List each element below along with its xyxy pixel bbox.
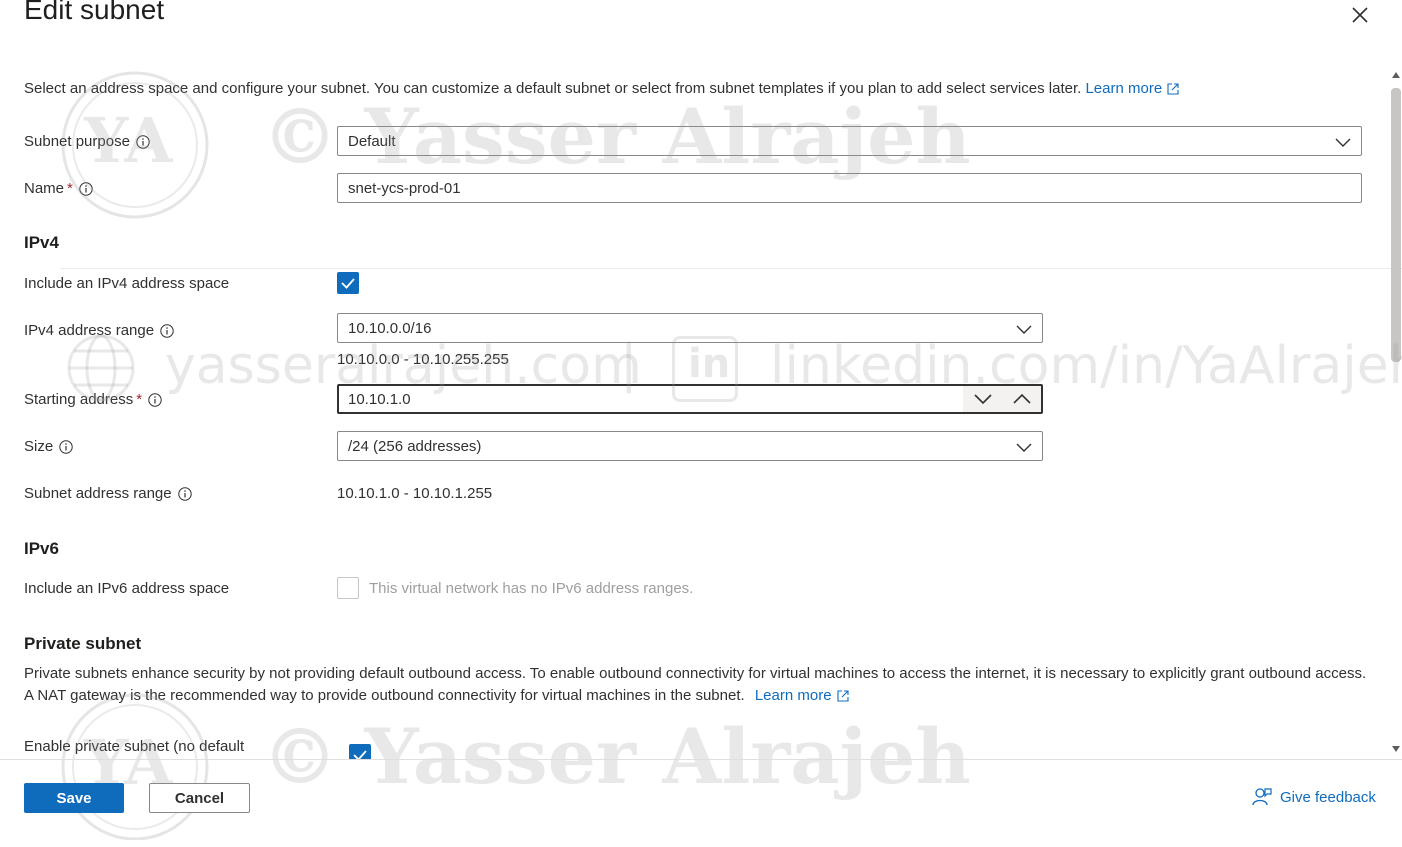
give-feedback-label: Give feedback bbox=[1280, 788, 1376, 806]
external-link-icon bbox=[1167, 83, 1179, 95]
cancel-button[interactable]: Cancel bbox=[149, 783, 250, 813]
watermark-seal-bottom bbox=[61, 693, 209, 840]
scroll-down-arrow-icon[interactable] bbox=[1391, 744, 1401, 754]
required-marker: * bbox=[136, 391, 143, 408]
learn-more-label: Learn more bbox=[754, 687, 832, 704]
scroll-up-arrow-icon[interactable] bbox=[1391, 70, 1401, 80]
feedback-icon bbox=[1252, 788, 1272, 806]
subnet-range-text: Subnet address range bbox=[24, 485, 172, 502]
size-text: Size bbox=[24, 438, 54, 455]
name-text: Name bbox=[24, 180, 65, 197]
starting-address-text: Starting address bbox=[24, 391, 134, 408]
intro-text: Select an address space and configure yo… bbox=[24, 80, 1179, 97]
size-value: /24 (256 addresses) bbox=[348, 437, 482, 455]
ipv4-heading: IPv4 bbox=[24, 233, 59, 252]
private-subnet-checkbox-clip bbox=[349, 744, 371, 759]
info-icon[interactable] bbox=[148, 392, 162, 407]
ipv6-disabled-text: This virtual network has no IPv6 address… bbox=[369, 580, 694, 597]
subnet-purpose-label: Subnet purpose bbox=[24, 133, 150, 150]
decrement-button[interactable] bbox=[963, 386, 1002, 412]
spin-buttons bbox=[963, 386, 1041, 412]
panel-title: Edit subnet bbox=[24, 0, 165, 25]
footer-divider bbox=[0, 759, 1402, 760]
chevron-down-icon bbox=[1016, 443, 1032, 452]
name-label: Name * bbox=[24, 180, 93, 197]
include-ipv6-label: Include an IPv6 address space bbox=[24, 580, 230, 597]
starting-address-label: Starting address * bbox=[24, 391, 162, 408]
starting-address-input[interactable]: 10.10.1.0 bbox=[337, 384, 1043, 414]
ipv4-range-dropdown[interactable]: 10.10.0.0/16 bbox=[337, 313, 1043, 343]
chevron-down-icon bbox=[1016, 325, 1032, 334]
ipv4-range-label: IPv4 address range bbox=[24, 322, 174, 339]
info-icon[interactable] bbox=[160, 323, 174, 338]
ipv6-heading: IPv6 bbox=[24, 539, 59, 558]
required-marker: * bbox=[67, 180, 73, 197]
learn-more-link[interactable]: Learn more bbox=[755, 687, 849, 704]
give-feedback-link[interactable]: Give feedback bbox=[1252, 787, 1376, 807]
ipv4-range-value: 10.10.0.0/16 bbox=[348, 319, 432, 337]
subnet-range-label: Subnet address range bbox=[24, 485, 192, 502]
info-icon[interactable] bbox=[136, 134, 150, 149]
learn-more-link[interactable]: Learn more bbox=[1085, 80, 1179, 97]
include-ipv4-checkbox[interactable] bbox=[337, 272, 359, 294]
intro-description: Select an address space and configure yo… bbox=[24, 80, 1082, 97]
close-icon[interactable] bbox=[1350, 5, 1370, 25]
ipv4-range-hint: 10.10.0.0 - 10.10.255.255 bbox=[337, 351, 509, 368]
subnet-range-value: 10.10.1.0 - 10.10.1.255 bbox=[337, 485, 493, 502]
enable-private-subnet-label: Enable private subnet (no default bbox=[24, 738, 245, 755]
name-input[interactable]: snet-ycs-prod-01 bbox=[337, 173, 1362, 203]
include-ipv4-label: Include an IPv4 address space bbox=[24, 275, 230, 292]
private-subnet-heading: Private subnet bbox=[24, 634, 142, 653]
scrollbar-thumb[interactable] bbox=[1391, 88, 1401, 362]
size-label: Size bbox=[24, 438, 73, 455]
info-icon[interactable] bbox=[177, 486, 192, 501]
checkmark-icon bbox=[341, 278, 355, 289]
info-icon[interactable] bbox=[59, 439, 73, 454]
subnet-purpose-dropdown[interactable]: Default bbox=[337, 126, 1362, 156]
chevron-up-icon bbox=[1012, 393, 1031, 404]
private-subnet-text: Private subnets enhance security by not … bbox=[24, 665, 1367, 704]
increment-button[interactable] bbox=[1002, 386, 1041, 412]
starting-address-value: 10.10.1.0 bbox=[348, 390, 411, 408]
linkedin-badge-text: in bbox=[688, 341, 731, 387]
chevron-down-icon bbox=[1335, 138, 1351, 147]
section-divider bbox=[60, 268, 1402, 269]
save-button[interactable]: Save bbox=[24, 783, 124, 813]
subnet-purpose-text: Subnet purpose bbox=[24, 133, 130, 150]
size-dropdown[interactable]: /24 (256 addresses) bbox=[337, 431, 1043, 461]
enable-private-subnet-checkbox[interactable] bbox=[349, 744, 371, 759]
subnet-purpose-value: Default bbox=[348, 132, 396, 150]
private-subnet-description: Private subnets enhance security by not … bbox=[24, 663, 1374, 707]
chevron-down-icon bbox=[973, 394, 992, 405]
learn-more-label: Learn more bbox=[1085, 80, 1163, 97]
external-link-icon bbox=[837, 690, 849, 702]
info-icon[interactable] bbox=[79, 181, 93, 196]
name-value: snet-ycs-prod-01 bbox=[348, 179, 461, 197]
checkmark-icon bbox=[353, 750, 367, 759]
ipv4-range-text: IPv4 address range bbox=[24, 322, 155, 339]
include-ipv6-checkbox[interactable] bbox=[337, 577, 359, 599]
